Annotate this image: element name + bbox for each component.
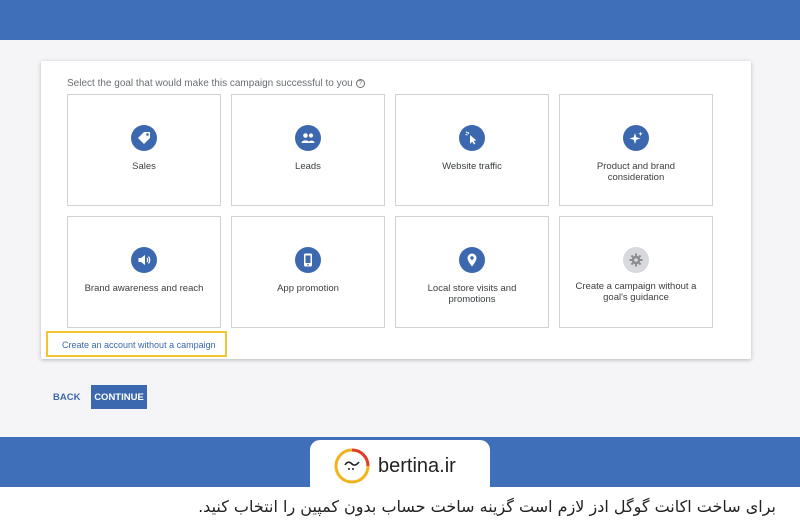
goal-tile-website-traffic[interactable]: Website traffic — [395, 94, 549, 206]
goal-selection-card: Select the goal that would make this cam… — [41, 61, 751, 359]
goal-tile-no-goal-guidance[interactable]: Create a campaign without a goal's guida… — [559, 216, 713, 328]
goal-label: App promotion — [277, 283, 339, 294]
goal-tile-brand-awareness[interactable]: Brand awareness and reach — [67, 216, 221, 328]
help-icon[interactable]: ? — [355, 79, 365, 88]
continue-button[interactable]: CONTINUE — [91, 385, 147, 409]
caption-text: برای ساخت اکانت گوگل ادز لازم است گزینه … — [0, 487, 800, 530]
gear-icon — [623, 247, 649, 273]
top-bar — [0, 0, 800, 40]
back-button[interactable]: BACK — [53, 392, 80, 403]
goal-prompt: Select the goal that would make this cam… — [67, 78, 365, 89]
goal-tile-local-store-visits[interactable]: Local store visits and promotions — [395, 216, 549, 328]
location-pin-icon — [459, 247, 485, 273]
goal-tile-leads[interactable]: Leads — [231, 94, 385, 206]
bertina-logo-icon — [334, 448, 370, 484]
brand-name: bertina.ir — [378, 454, 456, 477]
tag-icon — [131, 125, 157, 151]
goal-label: Local store visits and promotions — [427, 283, 517, 305]
goal-tile-sales[interactable]: Sales — [67, 94, 221, 206]
brand-logo-box: bertina.ir — [310, 440, 490, 492]
goal-label: Create a campaign without a goal's guida… — [575, 281, 697, 303]
goal-label: Sales — [132, 161, 156, 172]
goal-label: Leads — [295, 161, 321, 172]
cursor-click-icon — [459, 125, 485, 151]
phone-icon — [295, 247, 321, 273]
people-icon — [295, 125, 321, 151]
goal-tile-app-promotion[interactable]: App promotion — [231, 216, 385, 328]
goal-label: Brand awareness and reach — [84, 283, 204, 294]
megaphone-icon — [131, 247, 157, 273]
create-account-without-campaign-link[interactable]: Create an account without a campaign — [46, 331, 227, 357]
sparkle-icon — [623, 125, 649, 151]
goal-label: Website traffic — [442, 161, 502, 172]
goal-label: Product and brand consideration — [596, 161, 676, 183]
goal-tile-product-brand-consideration[interactable]: Product and brand consideration — [559, 94, 713, 206]
